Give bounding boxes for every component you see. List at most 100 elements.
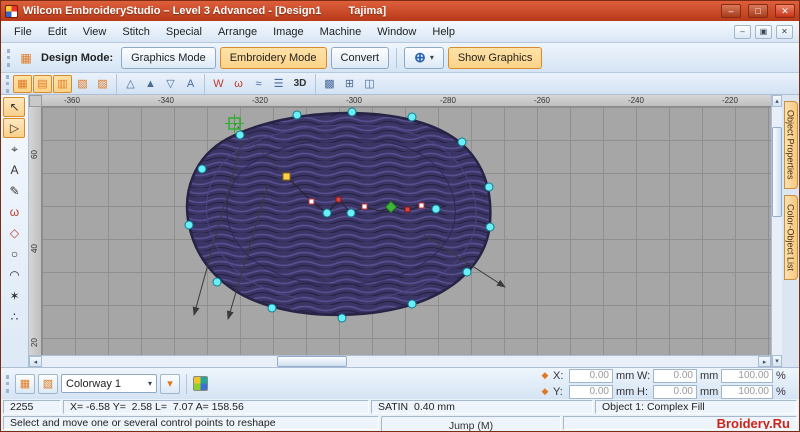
colorway-name: Colorway 1 [66, 377, 122, 390]
reshape-tool[interactable]: ▷ [3, 118, 26, 138]
stitch-fill-icon[interactable]: ▨ [93, 75, 112, 93]
ruler-tick: -320 [251, 96, 268, 105]
scale-y-input[interactable] [721, 384, 773, 399]
colorway-select[interactable]: Colorway 1 ▾ [61, 374, 157, 393]
stitch-type-info: SATIN 0.40 mm [371, 400, 593, 414]
ruler-corner [28, 95, 42, 107]
lettering-icon[interactable]: A [181, 75, 200, 93]
measure-tool[interactable]: ⌖ [3, 139, 25, 159]
menu-special[interactable]: Special [159, 24, 209, 40]
scroll-left-icon[interactable]: ◂ [28, 356, 42, 367]
scroll-right-icon[interactable]: ▸ [758, 356, 772, 367]
star-tool[interactable]: ✶ [3, 286, 25, 306]
ellipse-tool[interactable]: ○ [3, 244, 25, 264]
mdi-minimize-button[interactable]: – [734, 24, 751, 39]
thread-colors-button[interactable]: ▦ [15, 373, 35, 394]
stitch-list-icon[interactable]: ▦ [13, 74, 32, 93]
mdi-restore-button[interactable]: ▣ [755, 24, 772, 39]
menu-edit[interactable]: Edit [41, 24, 74, 40]
lettering-tool[interactable]: A [3, 160, 25, 180]
maximize-button[interactable]: □ [748, 4, 768, 18]
colorway-colors-icon[interactable] [193, 376, 208, 391]
size-icon: ◆ [541, 386, 549, 396]
ruler-tick: -280 [439, 96, 456, 105]
horizontal-scrollbar[interactable]: ◂ ▸ [28, 355, 772, 367]
menu-machine[interactable]: Machine [313, 24, 369, 40]
embroidery-mode-button[interactable]: Embroidery Mode [219, 46, 327, 69]
design-canvas[interactable] [41, 107, 772, 355]
scale-x-percent: % [776, 369, 786, 382]
menu-arrange[interactable]: Arrange [211, 24, 264, 40]
colorway-menu-button[interactable]: ▾ [160, 373, 180, 394]
wave-stitch-icon[interactable]: ≈ [249, 75, 268, 93]
menu-view[interactable]: View [76, 24, 114, 40]
menu-window[interactable]: Window [370, 24, 423, 40]
menu-image[interactable]: Image [266, 24, 311, 40]
app-window: Wilcom EmbroideryStudio – Level 3 Advanc… [0, 0, 800, 432]
toolbar-grip[interactable] [7, 48, 11, 67]
tab-object-properties[interactable]: Object Properties [783, 101, 798, 189]
y-label: Y: [553, 385, 563, 398]
tool-palette: ↖ ▷ ⌖ A ✎ ω ◇ ○ ◠ ✶ ∴ [1, 95, 29, 367]
mdi-close-button[interactable]: ✕ [776, 24, 793, 39]
zigzag-stitch-icon[interactable]: ω [229, 75, 248, 93]
x-input[interactable] [569, 368, 613, 383]
background-button[interactable]: ▧ [38, 373, 58, 394]
scale-x-input[interactable] [721, 368, 773, 383]
closed-shape-tool[interactable]: ◇ [3, 223, 25, 243]
stitch-grid-icon[interactable]: ▤ [33, 74, 52, 93]
menu-stitch[interactable]: Stitch [115, 24, 157, 40]
stitch-pattern-icon[interactable]: ▧ [73, 75, 92, 93]
toolbar-separator [204, 73, 205, 94]
toolbar-separator [396, 47, 398, 68]
digitize-tool[interactable]: ✎ [3, 181, 25, 201]
graphics-mode-button[interactable]: Graphics Mode [121, 46, 216, 69]
triangle-filled-icon[interactable]: ▲ [141, 75, 160, 93]
run-tool[interactable]: ω [3, 202, 25, 222]
convert-button[interactable]: Convert [330, 46, 390, 69]
w-input[interactable] [653, 368, 697, 383]
selected-object-info: Object 1: Complex Fill [595, 400, 797, 414]
density-icon[interactable]: ☰ [269, 75, 288, 93]
watermark-text: Broidery.Ru [563, 416, 797, 430]
menu-help[interactable]: Help [425, 24, 462, 40]
hscroll-thumb[interactable] [276, 356, 347, 367]
menu-file[interactable]: File [7, 24, 39, 40]
stitch-count: 2255 [3, 400, 61, 414]
hscroll-track[interactable] [41, 356, 759, 367]
scroll-down-icon[interactable]: ▾ [772, 355, 783, 367]
toolbar-grip[interactable] [6, 374, 10, 393]
ruler-tick: 60 [29, 150, 39, 159]
globe-dropdown-button[interactable]: ⊕ ▾ [404, 46, 444, 69]
triangle-down-icon[interactable]: ▽ [161, 75, 180, 93]
y-input[interactable] [569, 384, 613, 399]
mode-toolbar: ▦ Design Mode: Graphics Mode Embroidery … [1, 43, 799, 73]
main-area: ↖ ▷ ⌖ A ✎ ω ◇ ○ ◠ ✶ ∴ -360 -340 -320 -30… [1, 95, 799, 367]
scale-y-percent: % [776, 385, 786, 398]
view-3d-button[interactable]: 3D [289, 75, 311, 93]
node-start[interactable] [282, 172, 291, 181]
tab-color-object-list[interactable]: Color-Object List [783, 194, 798, 280]
hoop-toggle-icon[interactable]: ⊞ [340, 75, 359, 93]
minimize-button[interactable]: – [721, 4, 741, 18]
grid-toggle-icon[interactable]: ▩ [320, 75, 339, 93]
triangle-outline-icon[interactable]: △ [121, 75, 140, 93]
arc-tool[interactable]: ◠ [3, 265, 25, 285]
h-label: H: [637, 385, 648, 398]
embroidery-object[interactable] [185, 111, 492, 317]
point-tool[interactable]: ∴ [3, 307, 25, 327]
select-tool[interactable]: ↖ [3, 97, 26, 117]
chevron-down-icon: ▾ [429, 53, 434, 62]
vscroll-track[interactable] [772, 107, 783, 355]
vertical-scrollbar[interactable]: ▴ ▾ [771, 95, 783, 367]
close-button[interactable]: ✕ [775, 4, 795, 18]
toolbar-grip[interactable] [6, 74, 10, 93]
vscroll-thumb[interactable] [772, 127, 783, 217]
stitch-rows-icon[interactable]: ▥ [53, 74, 72, 93]
toolbar-separator [315, 73, 316, 94]
h-input[interactable] [653, 384, 697, 399]
show-graphics-button[interactable]: Show Graphics [447, 46, 543, 69]
run-stitch-icon[interactable]: W [209, 75, 228, 93]
ruler-toggle-icon[interactable]: ◫ [360, 75, 379, 93]
scroll-up-icon[interactable]: ▴ [772, 95, 783, 107]
